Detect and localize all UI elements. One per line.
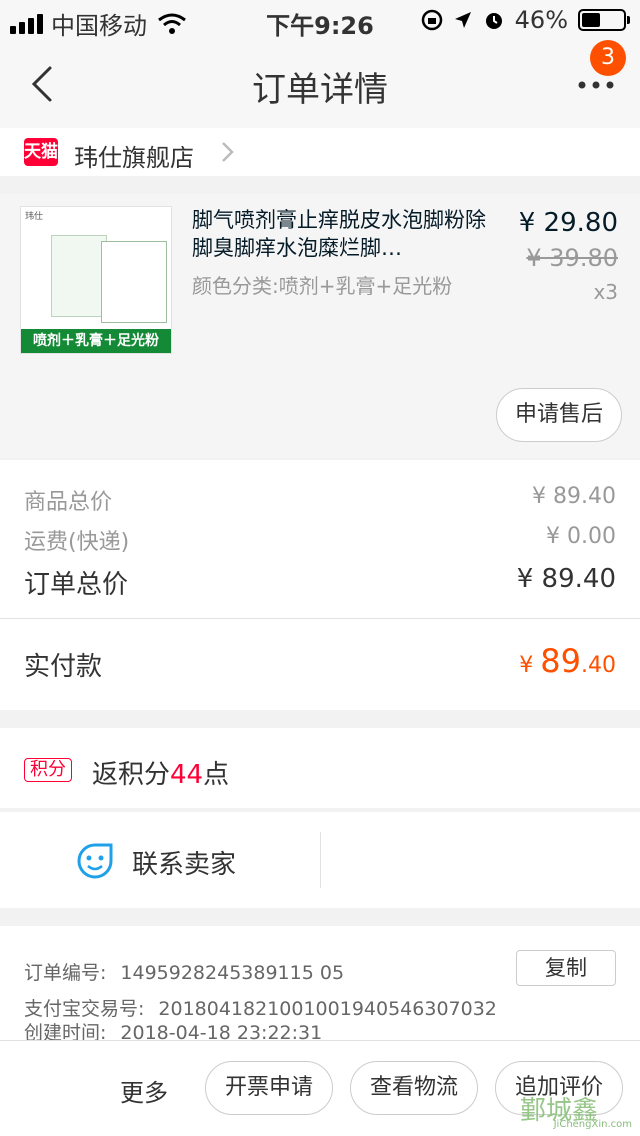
points-text: 返积分44点 xyxy=(92,754,229,791)
order-total-row: 订单总价 ¥ 89.40 xyxy=(24,564,616,601)
paid-currency: ¥ xyxy=(519,653,541,678)
order-total-label: 订单总价 xyxy=(24,570,129,600)
view-logistics-button[interactable]: 查看物流 xyxy=(350,1061,478,1115)
order-total-value: ¥ 89.40 xyxy=(516,564,616,594)
watermark-text: JiChengXin.com xyxy=(553,1119,632,1130)
product-original-price: ¥ 39.80 xyxy=(526,244,618,272)
order-info: 订单编号: 1495928245389115 05 复制 支付宝交易号: 20180… xyxy=(0,926,640,1040)
status-right: 46% xyxy=(421,6,630,34)
created-time-label: 创建时间: xyxy=(24,1022,107,1040)
notification-badge: 3 xyxy=(590,40,626,76)
paid-value: ¥ 89.40 xyxy=(519,642,616,680)
invoice-request-button[interactable]: 开票申请 xyxy=(205,1061,333,1115)
product-box-graphic-2 xyxy=(101,241,167,323)
contact-separator xyxy=(320,832,321,888)
contact-seller-label[interactable]: 联系卖家 xyxy=(132,844,236,881)
price-summary: 商品总价 ¥ 89.40 运费(快递) ¥ 0.00 订单总价 ¥ 89.40 … xyxy=(0,460,640,710)
chevron-right-icon xyxy=(222,142,234,162)
shipping-row: 运费(快递) ¥ 0.00 xyxy=(24,524,616,556)
created-time-value: 2018-04-18 23:22:31 xyxy=(120,1022,323,1040)
goods-total-label: 商品总价 xyxy=(24,490,113,515)
product-image-band: 喷剂＋乳膏＋足光粉 xyxy=(21,329,171,353)
points-row: 积分 返积分44点 xyxy=(0,728,640,808)
product-title[interactable]: 脚气喷剂膏止痒脱皮水泡脚粉除脚臭脚痒水泡糜烂脚… xyxy=(192,206,492,262)
alarm-icon xyxy=(485,13,502,29)
summary-divider xyxy=(0,618,640,619)
more-button[interactable]: 更多 xyxy=(120,1073,168,1108)
location-icon xyxy=(454,12,471,28)
alipay-row: 支付宝交易号: 2018041821001001940546307032 xyxy=(24,994,497,1021)
navigation-bar: 订单详情 3 xyxy=(0,40,640,128)
battery-icon xyxy=(578,9,630,31)
product-box-graphic xyxy=(51,235,107,317)
status-bar: 中国移动 下午9:26 46% xyxy=(0,0,640,40)
store-name[interactable]: 玮仕旗舰店 xyxy=(74,138,194,173)
points-prefix: 返积分 xyxy=(92,760,171,790)
alipay-value: 2018041821001001940546307032 xyxy=(158,998,497,1020)
product-brand-label: 玮仕 xyxy=(25,212,44,222)
contact-seller-row[interactable]: 联系卖家 xyxy=(0,812,640,908)
battery-percent: 46% xyxy=(514,6,568,34)
rotation-lock-icon xyxy=(421,9,442,31)
product-sku: 颜色分类:喷剂+乳膏+足光粉 xyxy=(192,274,453,298)
shipping-label: 运费(快递) xyxy=(24,530,130,555)
product-image[interactable]: 玮仕 喷剂＋乳膏＋足光粉 xyxy=(20,206,172,354)
shipping-value: ¥ 0.00 xyxy=(546,524,616,549)
page-title: 订单详情 xyxy=(252,70,388,110)
goods-total-row: 商品总价 ¥ 89.40 xyxy=(24,484,616,516)
watermark: 鄞城鑫 JiChengXin.com xyxy=(520,1090,632,1130)
points-amount: 44 xyxy=(170,760,204,790)
paid-label: 实付款 xyxy=(24,652,103,682)
bottom-action-bar: 更多 开票申请 查看物流 追加评价 鄞城鑫 JiChengXin.com xyxy=(0,1040,640,1136)
chat-face-icon[interactable] xyxy=(76,842,114,880)
product-quantity: x3 xyxy=(593,280,618,304)
product-price: ¥ 29.80 xyxy=(518,208,618,238)
goods-total-value: ¥ 89.40 xyxy=(532,484,616,509)
order-number-row: 订单编号: 1495928245389115 05 xyxy=(24,958,344,985)
order-number-value: 1495928245389115 05 xyxy=(120,962,345,984)
store-row[interactable]: 天猫 玮仕旗舰店 xyxy=(0,128,640,176)
points-tag: 积分 xyxy=(24,758,72,782)
order-number-label: 订单编号: xyxy=(24,962,107,984)
tmall-logo: 天猫 xyxy=(24,138,58,166)
order-item[interactable]: 玮仕 喷剂＋乳膏＋足光粉 脚气喷剂膏止痒脱皮水泡脚粉除脚臭脚痒水泡糜烂脚… 颜色… xyxy=(0,194,640,458)
created-time-row: 创建时间: 2018-04-18 23:22:31 xyxy=(24,1018,322,1040)
copy-button[interactable]: 复制 xyxy=(516,950,616,986)
paid-integer: 89 xyxy=(540,642,581,680)
after-sale-button[interactable]: 申请售后 xyxy=(496,388,622,442)
points-suffix: 点 xyxy=(203,760,230,790)
alipay-label: 支付宝交易号: xyxy=(24,998,145,1020)
paid-decimal: .40 xyxy=(581,653,616,678)
